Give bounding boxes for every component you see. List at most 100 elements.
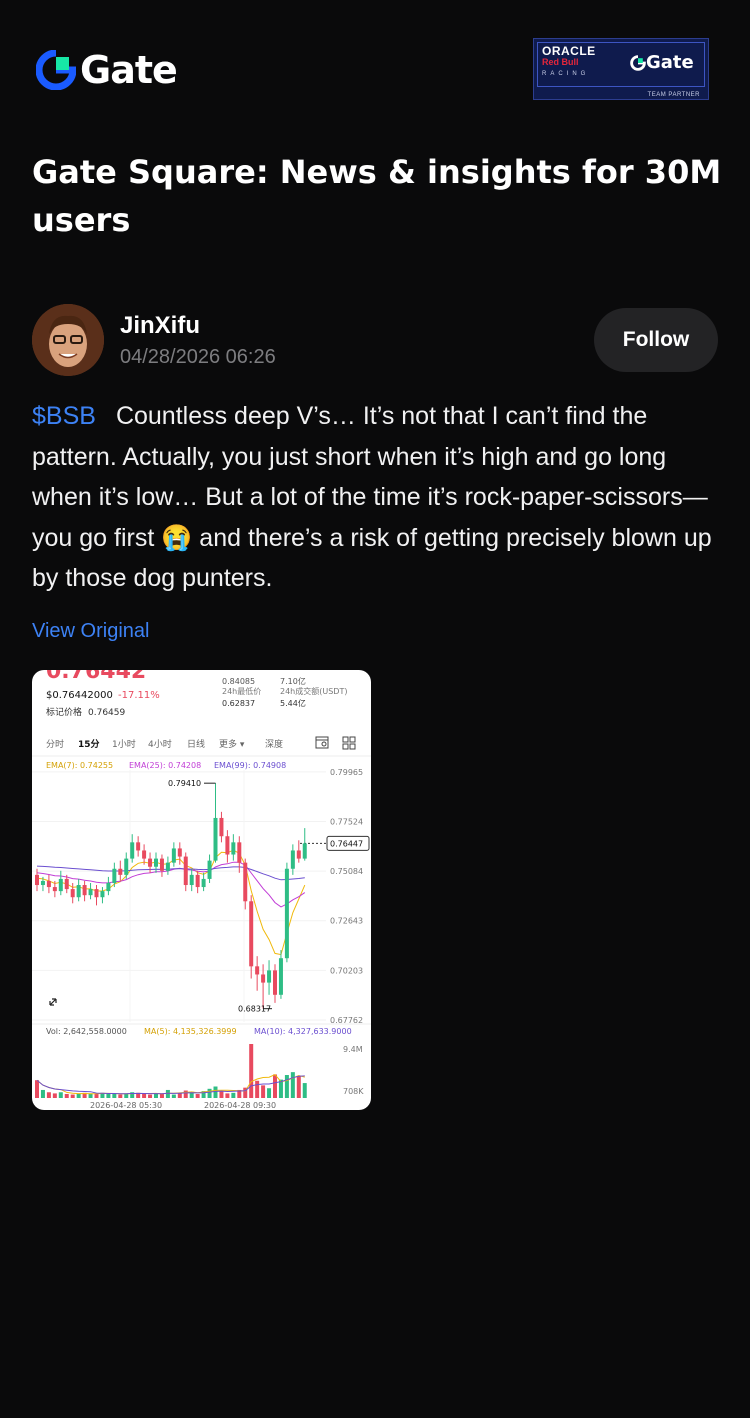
price-change: -17.11% bbox=[118, 690, 160, 701]
candle-body bbox=[142, 850, 147, 859]
candle-body bbox=[40, 880, 45, 886]
candle-body bbox=[201, 878, 206, 888]
current-price-tag: 0.76447 bbox=[330, 839, 363, 848]
mark-price-label: 标记价格 bbox=[46, 706, 82, 718]
interval-tab[interactable]: 日线 bbox=[187, 738, 205, 750]
stat-low-label: 24h最低价 bbox=[222, 686, 261, 696]
partner-gate-brand: Gate bbox=[630, 52, 694, 73]
volume-bar bbox=[231, 1092, 236, 1098]
stat-volume-value: 5.44亿 bbox=[280, 698, 306, 708]
interval-tab[interactable]: 分时 bbox=[46, 738, 64, 750]
high-marker-label: 0.79410 bbox=[168, 779, 201, 788]
volume-bar bbox=[112, 1093, 117, 1098]
candle-body bbox=[290, 850, 295, 869]
interval-tab[interactable]: 更多 ▾ bbox=[219, 738, 245, 750]
volume-bar bbox=[225, 1093, 230, 1098]
low-marker-label: 0.68317 bbox=[238, 1005, 271, 1014]
gate-logo-icon bbox=[36, 50, 76, 90]
candle-body bbox=[261, 974, 266, 983]
candle-body bbox=[64, 878, 69, 890]
candle-body bbox=[112, 868, 117, 883]
candle-body bbox=[70, 889, 75, 898]
price-axis-label: 0.79965 bbox=[330, 768, 363, 777]
coin-tag-link[interactable]: $BSB bbox=[32, 402, 96, 430]
volume-bar bbox=[40, 1089, 45, 1098]
volume-bar bbox=[267, 1088, 272, 1098]
interval-tabs: 分时 15分 1小时 4小时 日线 更多 ▾ 深度 bbox=[46, 738, 283, 750]
volume-bar bbox=[70, 1094, 75, 1098]
candle-body bbox=[171, 848, 176, 863]
price-axis: 0.799650.775240.750840.726430.702030.677… bbox=[330, 768, 363, 1025]
volume-bar bbox=[106, 1093, 111, 1098]
gate-mini-icon bbox=[630, 54, 646, 71]
volume-bar bbox=[58, 1092, 63, 1098]
price-axis-label: 0.75084 bbox=[330, 867, 363, 876]
interval-tab[interactable]: 深度 bbox=[265, 738, 283, 750]
candle-body bbox=[94, 889, 99, 898]
candle-body bbox=[302, 843, 307, 859]
candlestick-chart: 0.76442 0.84085 7.10亿 $0.76442000 -17.11… bbox=[32, 670, 371, 1110]
candle-body bbox=[278, 958, 283, 995]
volume-bar bbox=[213, 1086, 218, 1098]
volume-bar bbox=[46, 1092, 51, 1098]
high-low-markers: 0.79410 0.68317 bbox=[168, 779, 272, 1014]
interval-tab[interactable]: 1小时 bbox=[112, 738, 136, 750]
candle-body bbox=[225, 836, 230, 855]
volume-bar bbox=[142, 1093, 147, 1098]
partner-redbull-text: Red Bull bbox=[542, 57, 579, 67]
candle-body bbox=[106, 882, 111, 892]
grid-layout-icon bbox=[342, 736, 356, 750]
volume-bar bbox=[207, 1088, 212, 1098]
candle-body bbox=[58, 878, 63, 892]
candle-body bbox=[159, 858, 164, 871]
candle-body bbox=[249, 901, 254, 967]
volume-label: Vol: 2,642,558.0000 bbox=[46, 1027, 127, 1036]
candle-body bbox=[183, 856, 188, 886]
settings-icon bbox=[315, 736, 329, 749]
volume-bar bbox=[183, 1090, 188, 1098]
volume-bar bbox=[296, 1076, 301, 1098]
candle-body bbox=[195, 874, 200, 888]
stat-top-1: 0.84085 bbox=[222, 677, 255, 686]
partner-oracle-text: ORACLE bbox=[542, 44, 596, 58]
candle-body bbox=[213, 817, 218, 861]
interval-tab[interactable]: 15分 bbox=[78, 738, 100, 750]
volume-ma10-label: MA(10): 4,327,633.9000 bbox=[254, 1027, 352, 1036]
gate-logo[interactable]: Gate bbox=[36, 48, 178, 92]
candle-body bbox=[189, 874, 194, 886]
volume-bar bbox=[195, 1093, 200, 1098]
post-image-chart[interactable]: 0.76442 0.84085 7.10亿 $0.76442000 -17.11… bbox=[32, 670, 371, 1110]
follow-button[interactable]: Follow bbox=[594, 308, 718, 372]
candle-body bbox=[136, 842, 141, 851]
interval-tab[interactable]: 4小时 bbox=[148, 738, 172, 750]
ema7-label: EMA(7): 0.74255 bbox=[46, 761, 113, 770]
team-partner-banner[interactable]: ORACLE Red Bull RACING Gate TEAM PARTNER bbox=[533, 38, 709, 100]
team-partner-label: TEAM PARTNER bbox=[647, 92, 700, 98]
candle-body bbox=[35, 874, 39, 886]
candle-body bbox=[243, 862, 248, 902]
price-axis-label: 0.70203 bbox=[330, 966, 363, 975]
candle-body bbox=[284, 868, 289, 959]
price-axis-label: 0.77524 bbox=[330, 818, 363, 827]
post-body: $BSB Countless deep V’s… It’s not that I … bbox=[32, 396, 718, 599]
candle-body bbox=[296, 850, 301, 859]
ema-line bbox=[36, 865, 305, 881]
ema25-label: EMA(25): 0.74208 bbox=[129, 761, 201, 770]
candle-body bbox=[267, 970, 272, 983]
candle-body bbox=[165, 862, 170, 871]
avatar[interactable] bbox=[32, 304, 104, 376]
candle-body bbox=[154, 858, 158, 867]
page-title: Gate Square: News & insights for 30M use… bbox=[32, 153, 722, 239]
view-original-link[interactable]: View Original bbox=[32, 620, 149, 643]
expand-icon bbox=[49, 998, 57, 1006]
post-text: Countless deep V’s… It’s not that I can’… bbox=[32, 402, 712, 592]
volume-bar bbox=[94, 1093, 99, 1098]
volume-bar bbox=[124, 1093, 129, 1098]
time-label-2: 2026-04-28 09:30 bbox=[204, 1101, 276, 1110]
author-name[interactable]: JinXifu bbox=[120, 312, 200, 340]
vol-axis-bottom: 708K bbox=[343, 1087, 364, 1096]
time-label-1: 2026-04-28 05:30 bbox=[90, 1101, 162, 1110]
stat-top-2: 7.10亿 bbox=[280, 676, 306, 686]
candle-body bbox=[130, 842, 135, 859]
volume-bar bbox=[290, 1072, 295, 1098]
